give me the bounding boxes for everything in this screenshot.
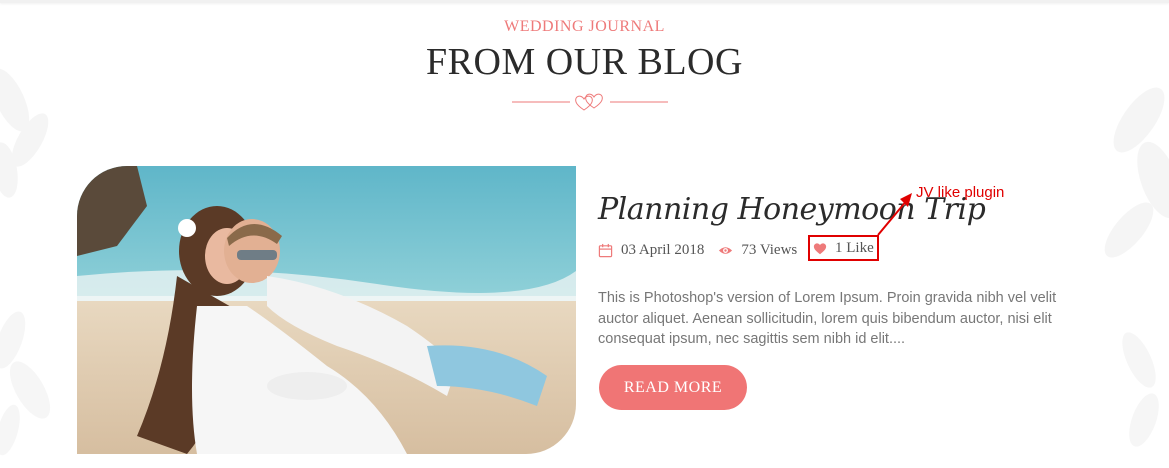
section-kicker: WEDDING JOURNAL [504, 18, 665, 35]
annotation-label: JV like plugin [916, 184, 1005, 201]
calendar-icon [598, 243, 613, 257]
post-meta: 03 April 2018 73 Views [598, 239, 811, 261]
double-heart-icon [512, 93, 668, 111]
post-excerpt: This is Photoshop's version of Lorem Ips… [598, 290, 1057, 347]
section-heading: FROM OUR BLOG [426, 41, 743, 83]
annotation-arrow-icon [877, 193, 912, 236]
floral-decoration-icon [0, 311, 51, 456]
post-date: 03 April 2018 [598, 242, 704, 259]
post-date-text: 03 April 2018 [621, 241, 705, 258]
post-featured-image[interactable] [77, 166, 576, 454]
beach-couple-image [77, 166, 576, 454]
top-border [0, 0, 1169, 3]
read-more-button[interactable]: READ MORE [599, 365, 747, 410]
floral-decoration-icon [1104, 87, 1169, 258]
post-views-text: 73 Views [741, 241, 798, 258]
annotation-highlight-box [808, 235, 879, 261]
floral-decoration-icon [1122, 332, 1159, 447]
eye-icon [719, 246, 733, 254]
post-views: 73 Views [718, 242, 797, 259]
